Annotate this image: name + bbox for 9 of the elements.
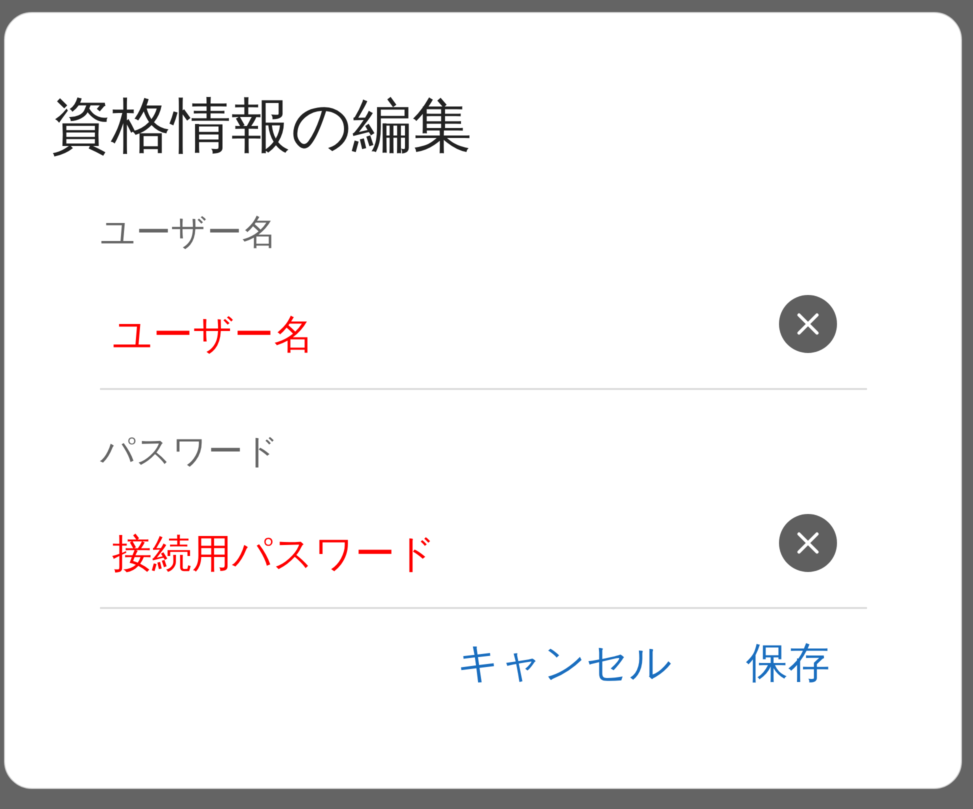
dialog-button[interactable]: 保存 [730,636,846,690]
field-label: ユーザー名 [100,212,277,254]
close-icon [797,313,819,335]
field-label: パスワード [100,431,279,473]
dialog-button[interactable]: キャンセル [441,636,688,690]
dialog-title: 資格情報の編集 [51,91,472,161]
text-field[interactable]: 接続用パスワード [112,530,771,578]
close-icon [797,532,819,554]
text-field[interactable]: ユーザー名 [112,311,771,359]
